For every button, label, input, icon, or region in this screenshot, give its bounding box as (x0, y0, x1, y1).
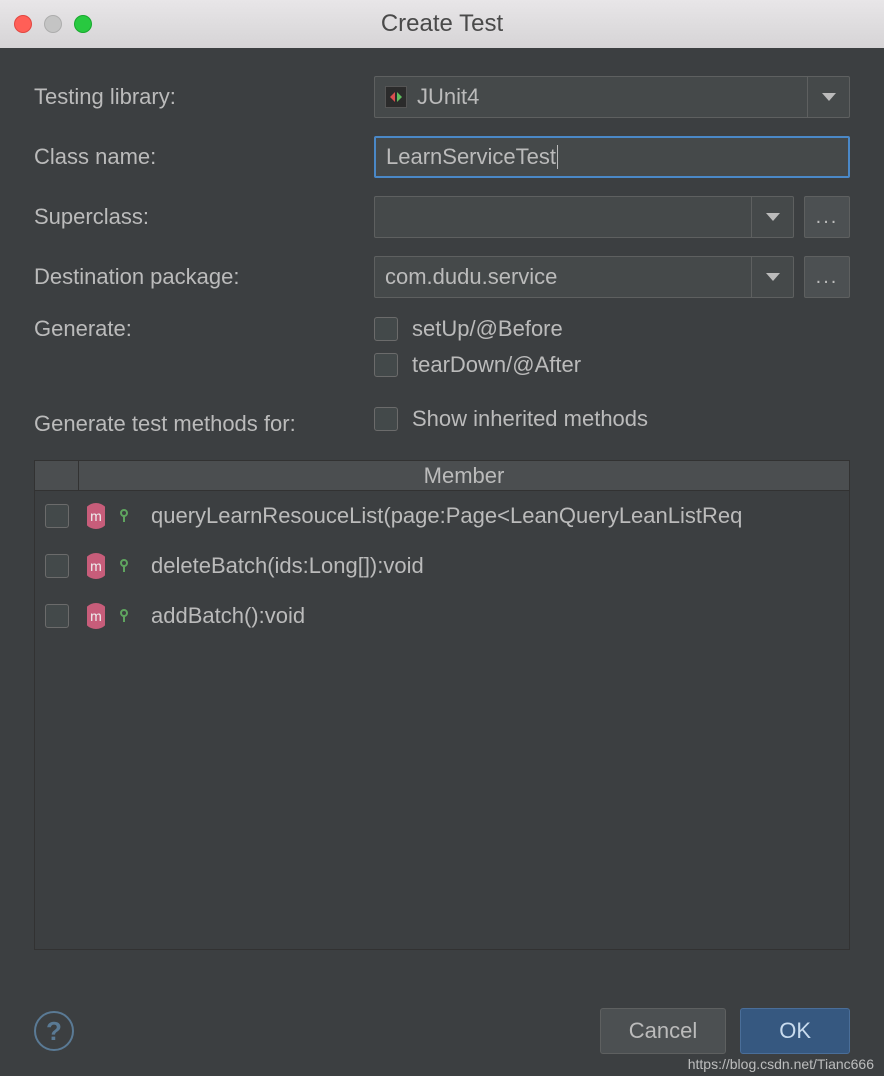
text-cursor (557, 145, 558, 169)
method-icon: m (83, 553, 109, 579)
show-inherited-label: Show inherited methods (412, 406, 648, 432)
visibility-icon (119, 558, 135, 574)
member-name: queryLearnResouceList(page:Page<LeanQuer… (151, 503, 742, 529)
method-icon: m (83, 603, 109, 629)
help-button[interactable]: ? (34, 1011, 74, 1051)
dialog-content: Testing library: JUnit4 Class name: Lear… (0, 48, 884, 950)
setup-label: setUp/@Before (412, 316, 563, 342)
junit-icon (385, 86, 407, 108)
generate-methods-label: Generate test methods for: (34, 411, 374, 437)
teardown-checkbox[interactable] (374, 353, 398, 377)
cancel-button[interactable]: Cancel (600, 1008, 726, 1054)
generate-label: Generate: (34, 316, 374, 342)
testing-library-value: JUnit4 (417, 84, 807, 110)
member-checkbox[interactable] (45, 504, 69, 528)
member-name: deleteBatch(ids:Long[]):void (151, 553, 424, 579)
chevron-down-icon[interactable] (807, 77, 849, 117)
method-icon: m (83, 503, 109, 529)
titlebar: Create Test (0, 0, 884, 48)
destination-package-browse-button[interactable]: ... (804, 256, 850, 298)
superclass-browse-button[interactable]: ... (804, 196, 850, 238)
testing-library-combo[interactable]: JUnit4 (374, 76, 850, 118)
setup-checkbox[interactable] (374, 317, 398, 341)
member-row[interactable]: m addBatch():void (35, 591, 849, 641)
member-row[interactable]: m queryLearnResouceList(page:Page<LeanQue… (35, 491, 849, 541)
superclass-combo[interactable] (374, 196, 794, 238)
testing-library-label: Testing library: (34, 84, 374, 110)
dialog-footer: ? Cancel OK (34, 1008, 850, 1054)
member-checkbox[interactable] (45, 604, 69, 628)
class-name-label: Class name: (34, 144, 374, 170)
chevron-down-icon[interactable] (751, 257, 793, 297)
superclass-label: Superclass: (34, 204, 374, 230)
window-title: Create Test (0, 10, 884, 38)
members-header: Member (35, 461, 849, 491)
class-name-value: LearnServiceTest (386, 144, 556, 170)
visibility-icon (119, 508, 135, 524)
teardown-label: tearDown/@After (412, 352, 581, 378)
class-name-input[interactable]: LearnServiceTest (374, 136, 850, 178)
member-name: addBatch():void (151, 603, 305, 629)
chevron-down-icon[interactable] (751, 197, 793, 237)
member-column-header: Member (79, 461, 849, 490)
watermark: https://blog.csdn.net/Tianc666 (688, 1056, 874, 1072)
destination-package-combo[interactable]: com.dudu.service (374, 256, 794, 298)
destination-package-label: Destination package: (34, 264, 374, 290)
show-inherited-checkbox[interactable] (374, 407, 398, 431)
destination-package-value: com.dudu.service (385, 264, 751, 290)
visibility-icon (119, 608, 135, 624)
member-checkbox[interactable] (45, 554, 69, 578)
member-row[interactable]: m deleteBatch(ids:Long[]):void (35, 541, 849, 591)
ok-button[interactable]: OK (740, 1008, 850, 1054)
members-table: Member m queryLearnResouceList(page:Page<… (34, 460, 850, 950)
